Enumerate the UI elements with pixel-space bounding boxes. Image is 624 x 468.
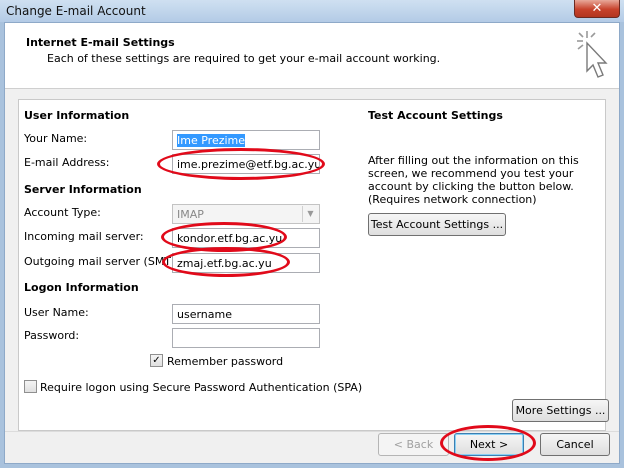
window-title: Change E-mail Account [6, 4, 146, 18]
outgoing-server-input[interactable]: zmaj.etf.bg.ac.yu [172, 253, 320, 273]
dialog-client-area: Internet E-mail Settings Each of these s… [4, 22, 620, 464]
email-address-label: E-mail Address: [24, 156, 110, 169]
password-input[interactable] [172, 328, 320, 348]
test-account-settings-button[interactable]: Test Account Settings ... [368, 213, 506, 236]
your-name-label: Your Name: [24, 132, 88, 145]
incoming-server-label: Incoming mail server: [24, 230, 144, 243]
test-settings-description: After filling out the information on thi… [368, 154, 579, 206]
footer-divider [5, 431, 619, 432]
user-name-input[interactable]: username [172, 304, 320, 324]
chevron-down-icon: ▼ [302, 206, 318, 222]
outgoing-server-label: Outgoing mail server (SMTP): [24, 255, 186, 268]
header-subtitle: Each of these settings are required to g… [47, 52, 441, 65]
incoming-server-input[interactable]: kondor.etf.bg.ac.yu [172, 228, 320, 248]
more-settings-button[interactable]: More Settings ... [512, 399, 609, 422]
server-information-heading: Server Information [24, 183, 142, 196]
test-settings-heading: Test Account Settings [368, 109, 503, 122]
your-name-value: Ime Prezime [177, 134, 246, 147]
dialog-window: Change E-mail Account ✕ Internet E-mail … [0, 0, 624, 468]
settings-panel: User Information Your Name: Ime Prezime … [18, 99, 609, 431]
account-type-label: Account Type: [24, 206, 101, 219]
next-button[interactable]: Next > [454, 433, 524, 456]
account-type-select[interactable]: IMAP ▼ [172, 204, 320, 224]
user-information-heading: User Information [24, 109, 130, 122]
dialog-header: Internet E-mail Settings Each of these s… [5, 23, 619, 89]
close-button[interactable]: ✕ [574, 0, 620, 18]
spa-checkbox[interactable] [24, 380, 37, 393]
title-bar[interactable]: Change E-mail Account ✕ [0, 0, 624, 22]
close-icon: ✕ [591, 1, 603, 16]
password-label: Password: [24, 329, 80, 342]
cancel-button[interactable]: Cancel [540, 433, 610, 456]
cursor-sparkle-icon [577, 31, 608, 78]
spa-label: Require logon using Secure Password Auth… [40, 381, 363, 394]
checkmark-icon: ✓ [152, 355, 161, 366]
back-button[interactable]: < Back [378, 433, 449, 456]
header-title: Internet E-mail Settings [26, 36, 175, 49]
your-name-input[interactable]: Ime Prezime [172, 130, 320, 150]
remember-password-label: Remember password [167, 355, 284, 368]
user-name-label: User Name: [24, 306, 89, 319]
logon-information-heading: Logon Information [24, 281, 139, 294]
remember-password-checkbox[interactable]: ✓ [150, 354, 163, 367]
email-address-input[interactable]: ime.prezime@etf.bg.ac.yu [172, 154, 320, 174]
account-type-value: IMAP [177, 208, 204, 221]
